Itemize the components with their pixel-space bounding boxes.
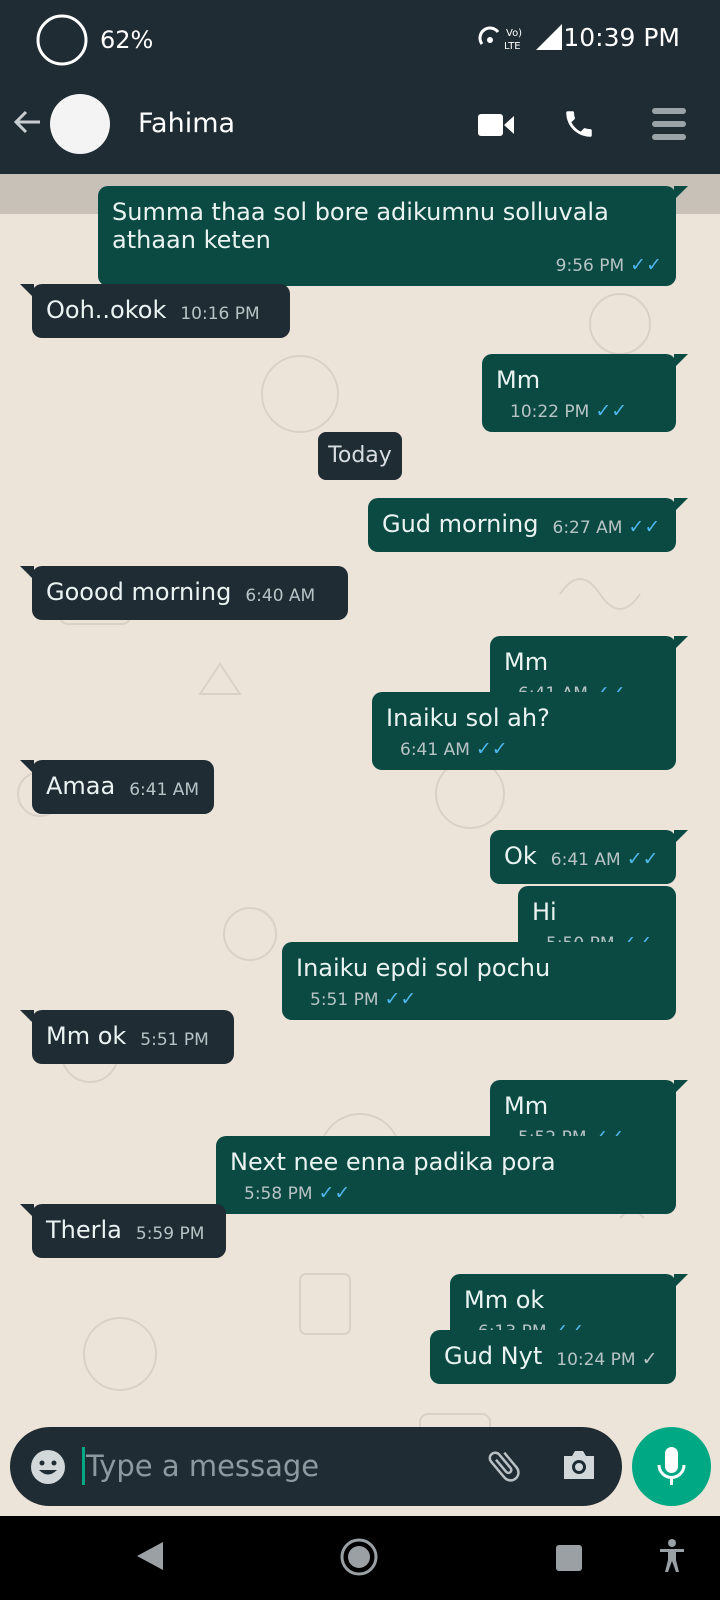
message-text: Gud Nyt — [444, 1342, 543, 1370]
text-cursor — [82, 1447, 85, 1485]
system-nav-bar — [0, 1516, 720, 1600]
incoming-message[interactable]: Goood morning 6:40 AM — [20, 566, 348, 620]
double-tick-icon: ✓✓ — [626, 848, 659, 870]
message-time: 6:40 AM — [245, 586, 316, 606]
outgoing-message[interactable]: Ok 6:41 AM ✓✓ — [490, 830, 688, 884]
outgoing-message[interactable]: Gud morning 6:27 AM ✓✓ — [368, 498, 688, 552]
incoming-message[interactable]: Therla 5:59 PM — [20, 1204, 226, 1258]
message-text: Gud morning — [382, 510, 539, 538]
outgoing-message[interactable]: Gud Nyt 10:24 PM ✓ — [430, 1330, 676, 1384]
message-meta: 5:51 PM ✓✓ — [310, 988, 416, 1010]
message-text: Hi — [532, 898, 557, 926]
message-meta: 6:41 AM✓✓ — [551, 848, 659, 870]
clock: 10:39 PM — [563, 23, 680, 52]
message-meta: 10:24 PM ✓ — [556, 1348, 657, 1370]
chat-header: Fahima — [0, 76, 720, 174]
avatar[interactable] — [50, 94, 110, 154]
message-composer[interactable]: Type a message — [10, 1427, 622, 1506]
outgoing-message[interactable]: Summa thaa sol bore adikumnu solluvala a… — [98, 186, 688, 286]
incoming-message[interactable]: Mm ok 5:51 PM — [20, 1010, 234, 1064]
message-meta: 6:27 AM ✓✓ — [553, 516, 661, 538]
nav-back-icon[interactable] — [135, 1540, 165, 1572]
menu-icon[interactable] — [652, 106, 686, 142]
nav-home-icon[interactable] — [340, 1538, 378, 1576]
message-input[interactable]: Type a message — [86, 1449, 319, 1483]
message-text: Mm — [504, 648, 549, 676]
message-text: Mm — [504, 1092, 549, 1120]
double-tick-icon: ✓✓ — [475, 738, 508, 760]
message-time: 10:22 PM — [510, 402, 590, 422]
double-tick-icon: ✓✓ — [628, 516, 661, 538]
message-meta: 6:40 AM — [245, 586, 315, 606]
outgoing-message[interactable]: Mm 10:22 PM ✓✓ — [482, 354, 688, 432]
message-meta: 6:41 AM✓✓ — [400, 738, 508, 760]
message-meta: 5:51 PM — [140, 1030, 209, 1050]
message-meta: 5:59 PM — [136, 1224, 205, 1244]
outgoing-message[interactable]: Inaiku epdi sol pochu 5:51 PM ✓✓ — [282, 942, 676, 1020]
message-meta: 10:22 PM ✓✓ — [510, 400, 627, 422]
double-tick-icon: ✓✓ — [595, 400, 628, 422]
network-label: LTE — [504, 41, 521, 52]
message-meta: 9:56 PM ✓✓ — [112, 254, 662, 276]
signal-icons: Vo) LTE — [478, 24, 562, 52]
message-text: Inaiku epdi sol pochu — [296, 954, 551, 982]
message-text: Next nee enna padika pora — [230, 1148, 556, 1176]
camera-icon[interactable] — [560, 1447, 598, 1483]
outgoing-message[interactable]: Next nee enna padika pora 5:58 PM ✓✓ — [216, 1136, 676, 1214]
double-tick-icon: ✓✓ — [384, 988, 417, 1010]
message-time: 5:51 PM — [140, 1030, 209, 1050]
double-tick-icon: ✓✓ — [630, 254, 662, 276]
arrow-left-icon[interactable] — [12, 106, 44, 138]
double-tick-icon: ✓✓ — [318, 1182, 351, 1204]
incoming-message[interactable]: Ooh..okok 10:16 PM — [20, 284, 290, 338]
mic-button[interactable] — [632, 1427, 711, 1506]
message-time: 9:56 PM — [555, 256, 625, 276]
single-tick-icon: ✓ — [641, 1348, 658, 1370]
message-text: Summa thaa sol bore adikumnu solluvala a… — [112, 198, 609, 254]
message-time: 6:41 AM — [400, 740, 470, 760]
paperclip-icon[interactable] — [484, 1446, 524, 1486]
date-separator: Today — [318, 432, 402, 480]
message-text: Ooh..okok — [46, 296, 167, 324]
message-text: Mm ok — [46, 1022, 127, 1050]
message-text: Amaa — [46, 772, 116, 800]
message-time: 10:16 PM — [180, 304, 260, 324]
nav-recents-icon[interactable] — [555, 1544, 583, 1572]
message-text: Therla — [46, 1216, 122, 1244]
message-time: 5:59 PM — [135, 1224, 205, 1244]
message-meta: 5:58 PM ✓✓ — [244, 1182, 350, 1204]
message-text: Ok — [504, 842, 537, 870]
status-bar: 62% Vo) LTE 10:39 PM — [0, 0, 720, 76]
message-time: 6:41 AM — [129, 780, 200, 800]
message-time: 6:27 AM — [552, 518, 623, 538]
outgoing-message[interactable]: Inaiku sol ah? 6:41 AM ✓✓ — [372, 692, 676, 770]
message-time: 5:51 PM — [310, 990, 379, 1010]
message-meta: 10:16 PM — [180, 304, 259, 324]
mic-icon — [657, 1447, 686, 1485]
emoji-icon[interactable] — [30, 1449, 66, 1485]
chat-area[interactable]: Today Summa thaa sol bore adikumnu sollu… — [0, 174, 720, 1514]
accessibility-icon[interactable] — [658, 1538, 686, 1574]
message-time: 5:58 PM — [244, 1184, 313, 1204]
incoming-message[interactable]: Amaa 6:41 AM — [20, 760, 214, 814]
message-text: Mm — [496, 366, 541, 394]
message-text: Inaiku sol ah? — [386, 704, 550, 732]
video-camera-icon[interactable] — [477, 111, 515, 139]
battery-ring-icon — [36, 14, 88, 66]
svg-text:Vo): Vo) — [506, 28, 522, 39]
phone-icon[interactable] — [562, 107, 596, 141]
message-text: Mm ok — [464, 1286, 545, 1314]
message-meta: 6:41 AM — [129, 780, 199, 800]
contact-name[interactable]: Fahima — [138, 108, 235, 139]
message-text: Goood morning — [46, 578, 232, 606]
message-time: 10:24 PM — [556, 1350, 636, 1370]
battery-percent: 62% — [100, 26, 154, 54]
message-time: 6:41 AM — [550, 850, 621, 870]
